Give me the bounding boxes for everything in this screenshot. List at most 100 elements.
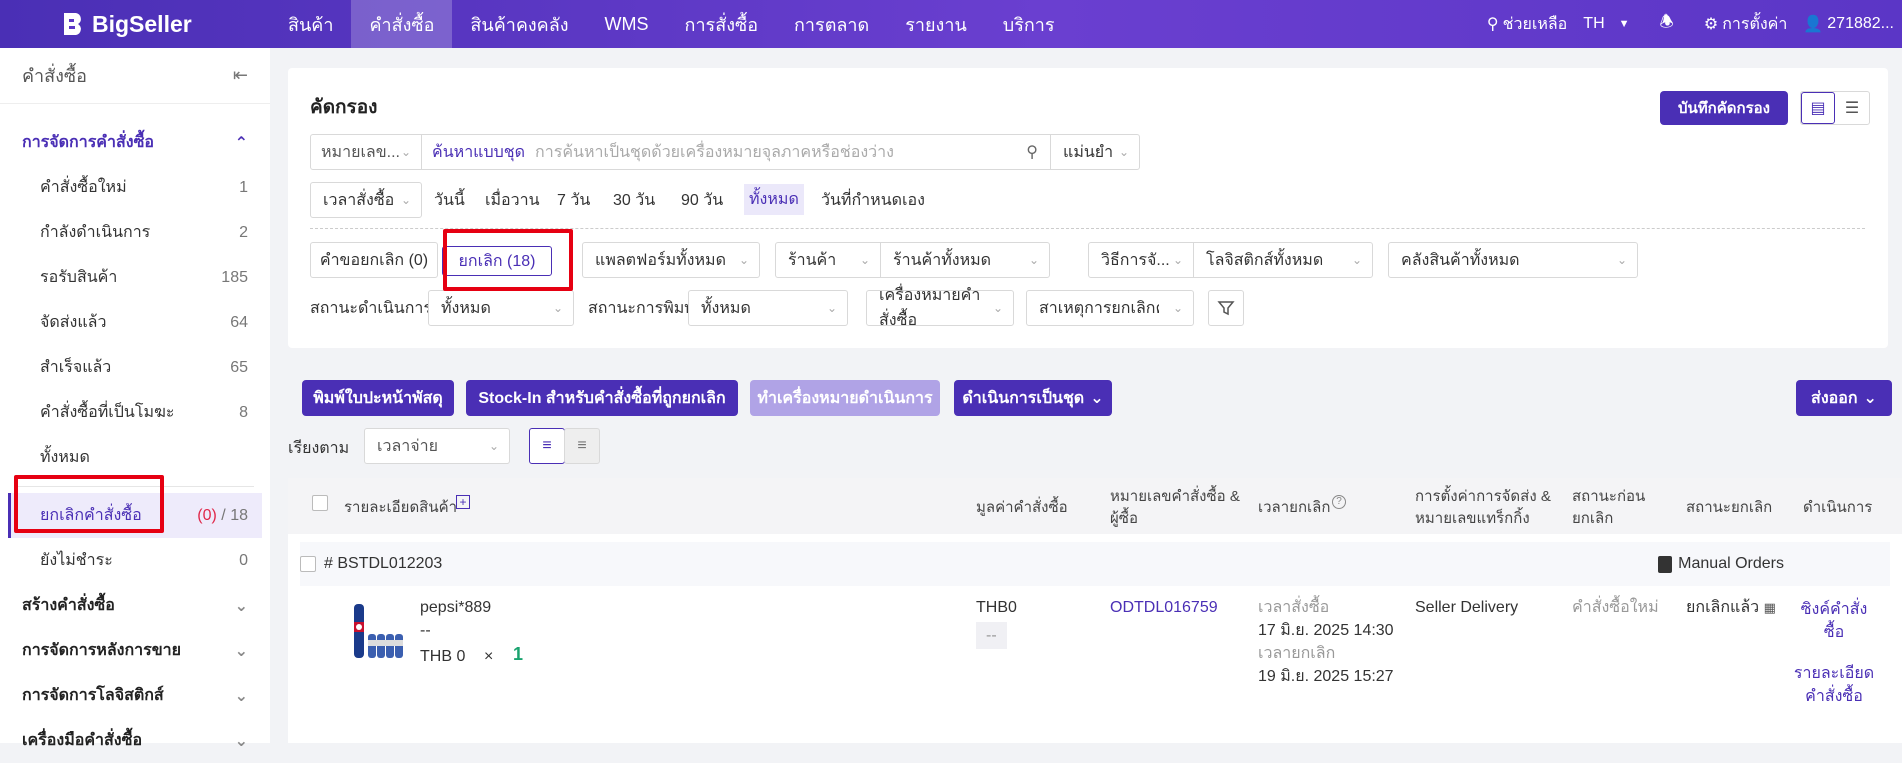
- col-order-no: หมายเลขคำสั่งซื้อ &: [1110, 488, 1240, 505]
- sort-asc-button[interactable]: ≡: [564, 428, 600, 464]
- export-button[interactable]: ส่งออก ⌄: [1796, 380, 1892, 416]
- nav-item-services[interactable]: บริการ: [985, 0, 1073, 48]
- search-icon: ⚲: [1486, 16, 1499, 33]
- top-navbar: BigSeller สินค้า คำสั่งซื้อ สินค้าคงคลัง…: [0, 0, 1902, 48]
- time-option-today[interactable]: วันนี้: [434, 188, 465, 213]
- product-price: THB 0: [420, 648, 466, 665]
- shop-select[interactable]: ร้านค้าทั้งหมด ⌄: [880, 242, 1050, 278]
- chevron-down-icon: ⌄: [738, 253, 749, 267]
- print-status-select[interactable]: ทั้งหมด ⌄: [688, 290, 848, 326]
- nav-item-marketing[interactable]: การตลาด: [776, 0, 887, 48]
- sidebar-section-create-order[interactable]: สร้างคำสั่งซื้อ ⌄: [0, 583, 270, 628]
- sidebar-section-order-management[interactable]: การจัดการคำสั่งซื้อ ⌃: [0, 120, 270, 165]
- select-all-checkbox[interactable]: [312, 495, 328, 515]
- sidebar-item-processing[interactable]: กำลังดำเนินการ 2: [0, 210, 270, 255]
- time-option-all[interactable]: ทั้งหมด: [744, 184, 804, 215]
- sidebar: คำสั่งซื้อ ⇤ การจัดการคำสั่งซื้อ ⌃ คำสั่…: [0, 48, 270, 750]
- sort-desc-icon: ≡: [542, 437, 552, 454]
- col-order-value: มูลค่าคำสั่งซื้อ: [976, 499, 1068, 516]
- tab-cancel-request[interactable]: คำขอยกเลิก (0): [310, 242, 438, 278]
- shop-type-select[interactable]: ร้านค้า ⌄: [775, 242, 881, 278]
- nav-item-products[interactable]: สินค้า: [270, 0, 351, 48]
- grid-view-icon[interactable]: ▤: [1801, 92, 1836, 124]
- time-option-7d[interactable]: 7 วัน: [557, 188, 590, 213]
- shipping-method-select[interactable]: วิธีการจั... ⌄: [1088, 242, 1194, 278]
- platform-select[interactable]: แพลตฟอร์มทั้งหมด ⌄: [582, 242, 760, 278]
- search-box: ค้นหาแบบชุด การค้นหาเป็นชุดด้วยเครื่องหม…: [421, 134, 1051, 170]
- nav-item-wms[interactable]: WMS: [587, 0, 667, 48]
- time-type-select[interactable]: เวลาสั่งซื้อ ⌄: [310, 182, 422, 218]
- bell-icon[interactable]: 🕭: [1660, 11, 1674, 38]
- sort-desc-button[interactable]: ≡: [529, 428, 565, 464]
- list-view-icon[interactable]: ☰: [1835, 98, 1869, 118]
- sidebar-item-unpaid[interactable]: ยังไม่ชำระ 0: [0, 538, 270, 583]
- match-mode-select[interactable]: แม่นยำ ⌄: [1050, 134, 1140, 170]
- time-option-custom[interactable]: วันที่กำหนดเอง: [821, 188, 925, 213]
- user-menu[interactable]: 👤 271882...: [1803, 14, 1894, 34]
- chevron-down-icon: ⌄: [400, 193, 411, 207]
- cancel-time-label: เวลายกเลิก: [1258, 645, 1336, 662]
- nav-item-inventory[interactable]: สินค้าคงคลัง: [452, 0, 586, 48]
- times-sign: ×: [484, 648, 494, 665]
- nav-item-orders[interactable]: คำสั่งซื้อ: [351, 0, 453, 48]
- process-status-select[interactable]: ทั้งหมด ⌄: [428, 290, 574, 326]
- chevron-down-icon: ⌄: [488, 439, 499, 453]
- time-option-30d[interactable]: 30 วัน: [613, 188, 655, 213]
- highlight-box-sidebar: [14, 475, 164, 533]
- batch-action-button[interactable]: ดำเนินการเป็นชุด ⌄: [954, 380, 1112, 416]
- sidebar-item-new[interactable]: คำสั่งซื้อใหม่ 1: [0, 165, 270, 210]
- sidebar-item-void[interactable]: คำสั่งซื้อที่เป็นโมฆะ 8: [0, 390, 270, 435]
- group-checkbox[interactable]: [300, 556, 316, 572]
- col-order-no-2: ผู้ซื้อ: [1110, 510, 1138, 527]
- help-icon[interactable]: ?: [1332, 495, 1346, 509]
- sidebar-section-order-tools[interactable]: เครื่องมือคำสั่งซื้อ ⌄: [0, 718, 270, 763]
- logistics-select[interactable]: โลจิสติกส์ทั้งหมด ⌄: [1193, 242, 1373, 278]
- search-icon[interactable]: ⚲: [1026, 142, 1050, 162]
- search-input[interactable]: การค้นหาเป็นชุดด้วยเครื่องหมายจุลภาคหรือ…: [535, 140, 1026, 165]
- help-link[interactable]: ⚲ ช่วยเหลือ: [1487, 12, 1567, 37]
- save-filter-button[interactable]: บันทึกคัดกรอง: [1660, 91, 1788, 125]
- col-prev-status: สถานะก่อน: [1572, 488, 1646, 505]
- chevron-up-icon: ⌃: [234, 134, 248, 152]
- sidebar-section-logistics[interactable]: การจัดการโลจิสติกส์ ⌄: [0, 673, 270, 718]
- time-option-90d[interactable]: 90 วัน: [681, 188, 723, 213]
- bigseller-logo-icon: [64, 13, 81, 35]
- mark-processed-button[interactable]: ทำเครื่องหมายดำเนินการ: [750, 380, 940, 416]
- nav-item-reports[interactable]: รายงาน: [887, 0, 985, 48]
- gear-icon: ⚙: [1703, 16, 1719, 33]
- product-image[interactable]: [348, 600, 410, 662]
- sidebar-item-awaiting-pickup[interactable]: รอรับสินค้า 185: [0, 255, 270, 300]
- caret-down-icon: ▼: [1618, 18, 1630, 30]
- filter-funnel-button[interactable]: [1208, 290, 1244, 326]
- col-action: ดำเนินการ: [1803, 499, 1873, 516]
- order-detail-link[interactable]: รายละเอียด คำสั่งซื้อ: [1788, 662, 1880, 708]
- cancel-reason-select[interactable]: สาเหตุการยกเลิกคำ⌄: [1026, 290, 1194, 326]
- sort-select[interactable]: เวลาจ่าย ⌄: [364, 428, 510, 464]
- order-number-link[interactable]: ODTDL016759: [1110, 596, 1218, 619]
- chevron-down-icon: ⌄: [1616, 253, 1627, 267]
- logo-text: BigSeller: [92, 10, 192, 37]
- time-option-yesterday[interactable]: เมื่อวาน: [485, 188, 540, 213]
- order-time-label: เวลาสั่งซื้อ: [1258, 599, 1330, 616]
- col-cancel-time: เวลายกเลิก: [1258, 499, 1331, 516]
- stock-in-button[interactable]: Stock-In สำหรับคำสั่งซื้อที่ถูกยกเลิก: [466, 380, 738, 416]
- expand-plus-icon[interactable]: +: [456, 495, 470, 509]
- order-time: 17 มิ.ย. 2025 14:30: [1258, 622, 1394, 639]
- order-mark-select[interactable]: เครื่องหมายคำสั่งซื้อ ⌄: [866, 287, 1014, 329]
- sidebar-section-after-sales[interactable]: การจัดการหลังการขาย ⌄: [0, 628, 270, 673]
- language-select[interactable]: TH ▼: [1583, 15, 1629, 33]
- print-label-button[interactable]: พิมพ์ใบปะหน้าพัสดุ: [302, 380, 454, 416]
- batch-search-link[interactable]: ค้นหาแบบชุด: [432, 140, 525, 165]
- settings-link[interactable]: ⚙ การตั้งค่า: [1704, 12, 1788, 37]
- sidebar-item-all[interactable]: ทั้งหมด: [0, 435, 270, 480]
- note-icon[interactable]: ▦: [1764, 600, 1776, 615]
- search-type-select[interactable]: หมายเลข... ⌄: [310, 134, 422, 170]
- collapse-sidebar-icon[interactable]: ⇤: [233, 65, 248, 86]
- sidebar-item-completed[interactable]: สำเร็จแล้ว 65: [0, 345, 270, 390]
- product-sku: --: [420, 622, 431, 639]
- nav-item-purchase[interactable]: การสั่งซื้อ: [667, 0, 776, 48]
- warehouse-select[interactable]: คลังสินค้าทั้งหมด ⌄: [1388, 242, 1638, 278]
- sync-order-link[interactable]: ซิงค์คำสั่ง ซื้อ: [1788, 598, 1880, 644]
- sidebar-item-shipped[interactable]: จัดส่งแล้ว 64: [0, 300, 270, 345]
- logo[interactable]: BigSeller: [60, 11, 270, 38]
